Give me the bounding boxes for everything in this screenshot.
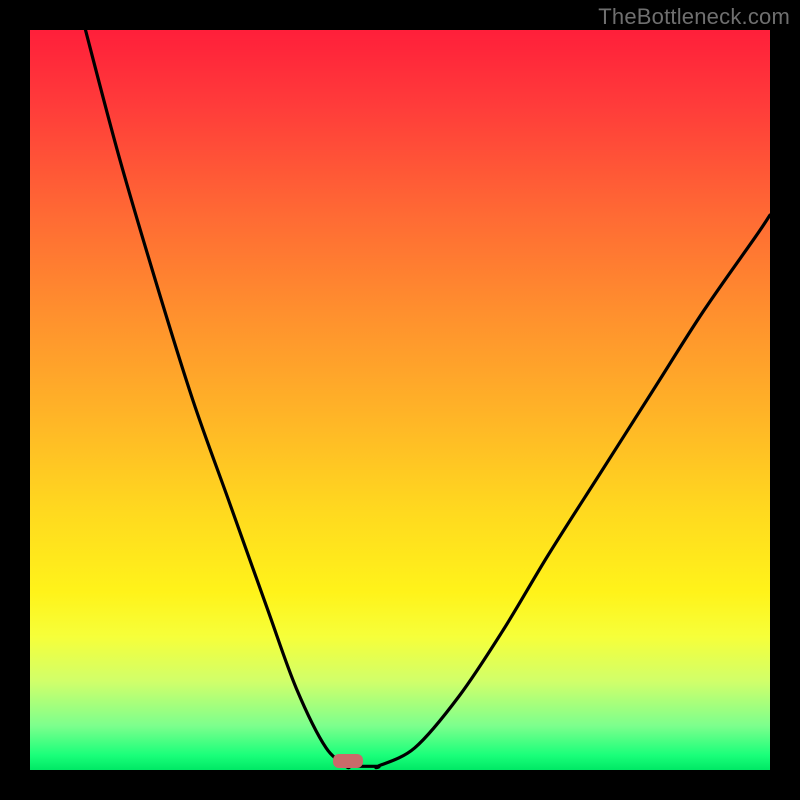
outer-frame: TheBottleneck.com bbox=[0, 0, 800, 800]
attribution-watermark: TheBottleneck.com bbox=[598, 4, 790, 30]
bottleneck-curve-path bbox=[86, 30, 771, 768]
bottleneck-curve bbox=[30, 30, 770, 770]
optimal-point-marker bbox=[333, 754, 363, 768]
